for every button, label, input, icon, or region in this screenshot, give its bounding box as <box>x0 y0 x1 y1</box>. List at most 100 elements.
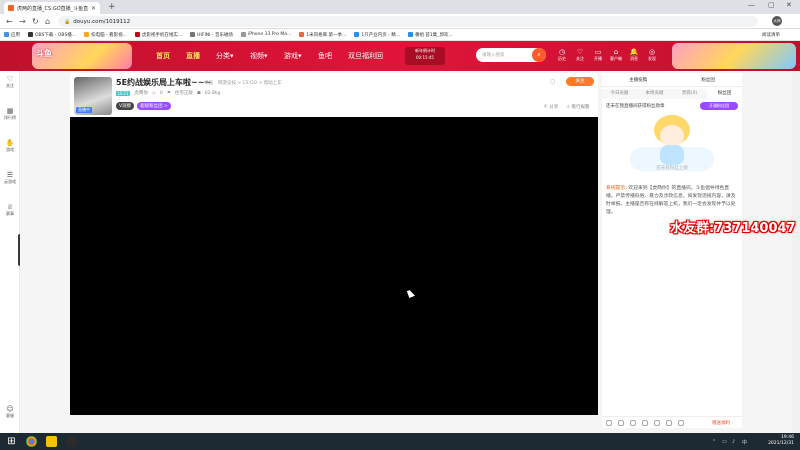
sidebar-item-support[interactable]: ☺ 客服 <box>0 405 20 418</box>
tab-week[interactable]: 本周贡献 <box>637 89 672 99</box>
network-icon[interactable]: ▭ <box>722 439 727 445</box>
bookmark-item[interactable]: 1只产业内页 - 精... <box>354 32 400 38</box>
volume-icon[interactable]: ♪ <box>732 439 735 445</box>
tab-fans[interactable]: 粉丝团 <box>707 89 742 99</box>
nav-live[interactable]: 直播 <box>186 51 200 61</box>
minimize-button[interactable]: — <box>748 1 755 9</box>
sidebar-item-follow[interactable]: ♡ 关注 <box>0 75 20 88</box>
reload-button[interactable]: ↻ <box>32 17 39 26</box>
bookmark-item[interactable]: 扣电脑 - 看影视... <box>84 32 127 38</box>
apps-icon <box>4 32 9 37</box>
tab-vip[interactable]: 贵宾(0) <box>672 89 707 99</box>
maximize-button[interactable]: ▢ <box>768 1 775 9</box>
profile-avatar[interactable]: 大神 <box>772 16 782 26</box>
sidebar-item-games[interactable]: ✋ 游戏 <box>0 139 20 152</box>
report-link[interactable]: 举报 <box>204 80 213 86</box>
live-badge: 直播中 <box>76 107 92 113</box>
room-category[interactable]: 网游竞技 > CS:GO > 帮助上车 <box>218 80 282 86</box>
home-button[interactable]: ⌂ <box>45 17 50 26</box>
fan-group-link[interactable]: 粉丝团 <box>701 77 715 83</box>
sidebar-item-ranking[interactable]: ▦ 排行榜 <box>0 107 20 120</box>
nav-game[interactable]: 游戏▾ <box>284 51 302 61</box>
input-method-indicator[interactable]: 中 <box>742 439 747 446</box>
share-button[interactable]: ⇱ 分享 <box>544 104 558 110</box>
font-icon[interactable] <box>642 420 648 426</box>
barrage-icon[interactable] <box>630 420 636 426</box>
browser-tab[interactable]: 虎两的直播_CS:GO直播_斗鱼直... ✕ <box>4 2 100 14</box>
video-player[interactable] <box>70 117 598 415</box>
countdown-promo[interactable]: 新年倒计时 00:15:45 <box>405 47 445 65</box>
bookmark-item[interactable]: 番组 首1集_郭欢... <box>408 32 453 38</box>
nav-video[interactable]: 视频▾ <box>250 51 268 61</box>
streamer-avatar[interactable]: 直播中 <box>74 77 112 115</box>
v-badge[interactable]: V观察 <box>116 102 135 110</box>
site-logo[interactable]: 斗鱼 <box>32 43 132 69</box>
welfare-button[interactable]: 赠送福利 <box>712 420 730 426</box>
lock-icon: 🔒 <box>64 18 71 25</box>
report-button[interactable]: ⚠ 看行报警 <box>566 104 589 110</box>
site-header: 斗鱼 首页 直播 分类▾ 视频▾ 游戏▾ 鱼吧 双旦福利回 新年倒计时 00:1… <box>0 41 800 71</box>
contributors-label: 住宅正版 <box>174 91 193 96</box>
chrome-icon[interactable] <box>26 436 37 447</box>
close-window-button[interactable]: ✕ <box>786 1 792 9</box>
follow-button[interactable]: 关注 <box>566 77 594 86</box>
tray-up-icon[interactable]: ⌃ <box>712 439 716 445</box>
mouse-cursor-icon <box>406 289 416 298</box>
client-icon: ⌂ <box>613 48 619 56</box>
room-badges: V观察 超级粉丝团 > <box>116 102 171 110</box>
start-stream-button[interactable]: ▭ 开播 <box>591 48 605 61</box>
new-tab-button[interactable]: + <box>108 2 116 12</box>
nav-welfare[interactable]: 双旦福利回 <box>348 51 383 61</box>
owner-name[interactable]: 虎两你 <box>134 90 148 96</box>
browser-tab-strip: 虎两的直播_CS:GO直播_斗鱼直... ✕ + — ▢ ✕ <box>0 0 800 14</box>
url-text: douyu.com/1019112 <box>73 18 131 25</box>
folder-icon[interactable] <box>46 436 57 447</box>
bookmark-item[interactable]: HIFINI - 音乐磁场 <box>190 32 233 38</box>
system-clock[interactable]: 19:46 2021/12/31 <box>754 435 794 447</box>
streamer-posts-link[interactable]: 主播投稿 <box>629 77 647 83</box>
url-field[interactable]: 🔒 douyu.com/1019112 <box>58 16 758 27</box>
shield-icon[interactable] <box>666 420 672 426</box>
nav-category[interactable]: 分类▾ <box>216 51 234 61</box>
page-scrollbar[interactable] <box>792 71 800 433</box>
history-button[interactable]: ◷ 历史 <box>555 48 569 61</box>
bookmark-favicon-icon <box>190 32 196 37</box>
reading-list-button[interactable]: 阅读清单 <box>762 32 780 38</box>
header-banner[interactable] <box>672 43 796 69</box>
messages-button[interactable]: 🔔 消息 <box>627 48 641 61</box>
bookmark-item[interactable]: iPhone 13 Pro Ma... <box>240 32 291 37</box>
bookmark-item[interactable]: 虎影视手机在线实... <box>134 32 182 38</box>
level-badge: LV.21 <box>116 90 131 96</box>
bookmark-item[interactable]: 1米风格库 第一季... <box>299 32 346 38</box>
search-icon[interactable]: ⌕ <box>532 48 546 62</box>
left-sidebar: ♡ 关注 ▦ 排行榜 ✋ 游戏 ☰ 云游戏 ♕ 赛事 ☺ 客服 <box>0 71 20 433</box>
client-button[interactable]: ⌂ 客户端 <box>609 48 623 61</box>
discover-button[interactable]: ◎ 发现 <box>645 48 659 61</box>
search-input[interactable]: 请输入搜索 <box>482 52 532 58</box>
bookmark-item[interactable]: 应用 <box>4 32 20 38</box>
douyu-favicon-icon <box>8 5 14 11</box>
search-box[interactable]: 请输入搜索 ⌕ <box>476 48 546 62</box>
bookmark-favicon-icon <box>240 32 246 37</box>
ranking-tabs: 今日贡献 本周贡献 贵宾(0) 粉丝团 <box>602 89 742 99</box>
windows-start-icon[interactable]: ⊞ <box>6 436 17 447</box>
nav-home[interactable]: 首页 <box>156 51 170 61</box>
settings-icon[interactable] <box>654 420 660 426</box>
nav-yuba[interactable]: 鱼吧 <box>318 51 332 61</box>
join-fan-club-button[interactable]: 开通粉丝团 <box>700 102 738 110</box>
close-tab-icon[interactable]: ✕ <box>91 5 96 12</box>
countdown-label: 新年倒计时 <box>415 48 435 53</box>
sidebar-item-events[interactable]: ♕ 赛事 <box>0 203 20 216</box>
list-icon[interactable] <box>678 420 684 426</box>
obs-icon[interactable] <box>66 436 77 447</box>
tab-today[interactable]: 今日贡献 <box>602 89 637 99</box>
emoji-icon[interactable] <box>606 420 612 426</box>
forward-button[interactable]: → <box>19 17 26 26</box>
fan-club-badge[interactable]: 超级粉丝团 > <box>137 102 171 110</box>
back-button[interactable]: ← <box>6 17 13 26</box>
follow-list-button[interactable]: ♡ 关注 <box>573 48 587 61</box>
discover-icon: ◎ <box>648 48 656 56</box>
bag-icon[interactable] <box>618 420 624 426</box>
bookmark-item[interactable]: OBS下载 - OBS播... <box>28 32 76 38</box>
sidebar-item-cloud-games[interactable]: ☰ 云游戏 <box>0 171 20 184</box>
